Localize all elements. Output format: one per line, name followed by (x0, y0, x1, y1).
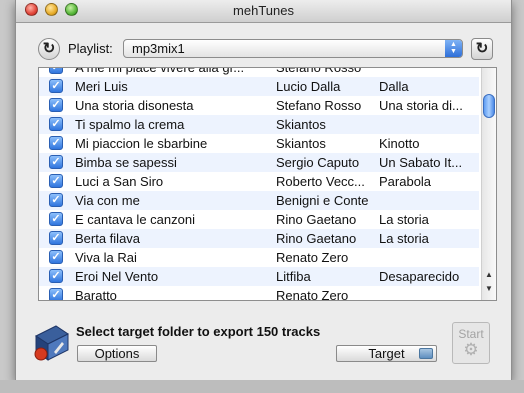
refresh-playlists-button[interactable]: ↻ (38, 38, 60, 60)
track-artist: Rino Gaetano (276, 212, 357, 227)
playlist-label: Playlist: (68, 41, 113, 56)
track-checkbox[interactable]: ✓ (49, 250, 63, 264)
track-album: Dalla (379, 79, 409, 94)
track-row[interactable]: ✓ Baratto Renato Zero (39, 286, 479, 301)
reload-button[interactable]: ↻ (471, 38, 493, 60)
track-title: Viva la Rai (75, 250, 137, 265)
track-album: La storia (379, 212, 429, 227)
track-artist: Renato Zero (276, 288, 349, 301)
track-artist: Skiantos (276, 117, 326, 132)
folder-icon (419, 348, 433, 359)
track-checkbox[interactable]: ✓ (49, 193, 63, 207)
select-arrows-icon: ▲ ▼ (445, 40, 462, 57)
track-checkbox[interactable]: ✓ (49, 212, 63, 226)
track-checkbox[interactable]: ✓ (49, 68, 63, 74)
track-title: Luci a San Siro (75, 174, 164, 189)
start-button[interactable]: Start ⚙ (452, 322, 490, 364)
track-title: Ti spalmo la crema (75, 117, 185, 132)
track-album: Parabola (379, 174, 432, 189)
playlist-select[interactable]: mp3mix1 ▲ ▼ (123, 39, 463, 58)
gear-icon: ⚙ (463, 340, 479, 359)
track-title: Berta filava (75, 231, 141, 246)
track-album: Kinotto (379, 136, 420, 151)
track-list: ✓ A me mi piace vivere alla gr... Stefano … (39, 67, 479, 301)
track-artist: Stefano Rosso (276, 98, 362, 113)
track-row[interactable]: ✓ Mi piaccion le sbarbine Skiantos Kinotto (39, 134, 479, 153)
track-row[interactable]: ✓ Meri Luis Lucio Dalla Dalla (39, 77, 479, 96)
track-checkbox[interactable]: ✓ (49, 98, 63, 112)
title-bar[interactable]: mehTunes (16, 0, 511, 23)
track-title: Bimba se sapessi (75, 155, 177, 170)
app-logo-icon (34, 325, 69, 361)
select-down-arrow-icon: ▼ (450, 48, 457, 55)
track-album: Un Sabato It... (379, 155, 463, 170)
track-row[interactable]: ✓ Berta filava Rino Gaetano La storia (39, 229, 479, 248)
track-artist: Rino Gaetano (276, 231, 357, 246)
track-row[interactable]: ✓ Una storia disonesta Stefano Rosso Una st… (39, 96, 479, 115)
track-artist: Roberto Vecc... (276, 174, 365, 189)
track-row[interactable]: ✓ Eroi Nel Vento Litfiba Desaparecido (39, 267, 479, 286)
select-up-arrow-icon: ▲ (450, 41, 457, 48)
track-row[interactable]: ✓ Bimba se sapessi Sergio Caputo Un Sabato … (39, 153, 479, 172)
track-artist: Stefano Rosso (276, 67, 362, 75)
scroll-down-arrow-icon[interactable]: ▼ (482, 284, 496, 293)
reload-icon: ↻ (475, 40, 489, 57)
track-checkbox[interactable]: ✓ (49, 117, 63, 131)
playlist-selected-value: mp3mix1 (132, 41, 185, 56)
window-title: mehTunes (233, 3, 294, 18)
track-row[interactable]: ✓ A me mi piace vivere alla gr... Stefano … (39, 67, 479, 77)
track-title: E cantava le canzoni (75, 212, 195, 227)
scroll-up-arrow-icon[interactable]: ▲ (482, 270, 496, 279)
desktop-background (0, 380, 524, 393)
target-button-label: Target (368, 346, 405, 361)
track-row[interactable]: ✓ Viva la Rai Renato Zero (39, 248, 479, 267)
track-artist: Skiantos (276, 136, 326, 151)
vertical-scrollbar[interactable]: ▲ ▼ (481, 68, 496, 300)
start-button-label: Start (458, 327, 484, 341)
options-button[interactable]: Options (77, 345, 157, 362)
target-button[interactable]: Target (336, 345, 437, 362)
track-checkbox[interactable]: ✓ (49, 79, 63, 93)
app-window: mehTunes ↻ Playlist: mp3mix1 ▲ ▼ ↻ ✓ A me… (15, 0, 512, 381)
track-album: Desaparecido (379, 269, 460, 284)
track-title: Via con me (75, 193, 140, 208)
track-checkbox[interactable]: ✓ (49, 269, 63, 283)
track-title: A me mi piace vivere alla gr... (75, 67, 245, 75)
track-title: Eroi Nel Vento (75, 269, 159, 284)
track-album: Una storia di... (379, 98, 463, 113)
track-title: Mi piaccion le sbarbine (75, 136, 208, 151)
export-status-message: Select target folder to export 150 track… (76, 324, 321, 339)
track-title: Meri Luis (75, 79, 128, 94)
track-title: Baratto (75, 288, 117, 301)
refresh-icon: ↻ (42, 40, 56, 57)
track-artist: Renato Zero (276, 250, 349, 265)
track-row[interactable]: ✓ Ti spalmo la crema Skiantos (39, 115, 479, 134)
track-artist: Lucio Dalla (276, 79, 341, 94)
track-artist: Sergio Caputo (276, 155, 360, 170)
track-album: La storia (379, 231, 429, 246)
scrollbar-thumb[interactable] (483, 94, 495, 118)
track-title: Una storia disonesta (75, 98, 194, 113)
track-row[interactable]: ✓ Via con me Benigni e Conte (39, 191, 479, 210)
track-artist: Litfiba (276, 269, 311, 284)
track-table[interactable]: ✓ A me mi piace vivere alla gr... Stefano … (38, 67, 497, 301)
track-checkbox[interactable]: ✓ (49, 155, 63, 169)
track-checkbox[interactable]: ✓ (49, 231, 63, 245)
track-row[interactable]: ✓ Luci a San Siro Roberto Vecc... Parabola (39, 172, 479, 191)
track-checkbox[interactable]: ✓ (49, 288, 63, 300)
track-row[interactable]: ✓ E cantava le canzoni Rino Gaetano La stor… (39, 210, 479, 229)
track-checkbox[interactable]: ✓ (49, 136, 63, 150)
track-artist: Benigni e Conte (276, 193, 369, 208)
track-checkbox[interactable]: ✓ (49, 174, 63, 188)
